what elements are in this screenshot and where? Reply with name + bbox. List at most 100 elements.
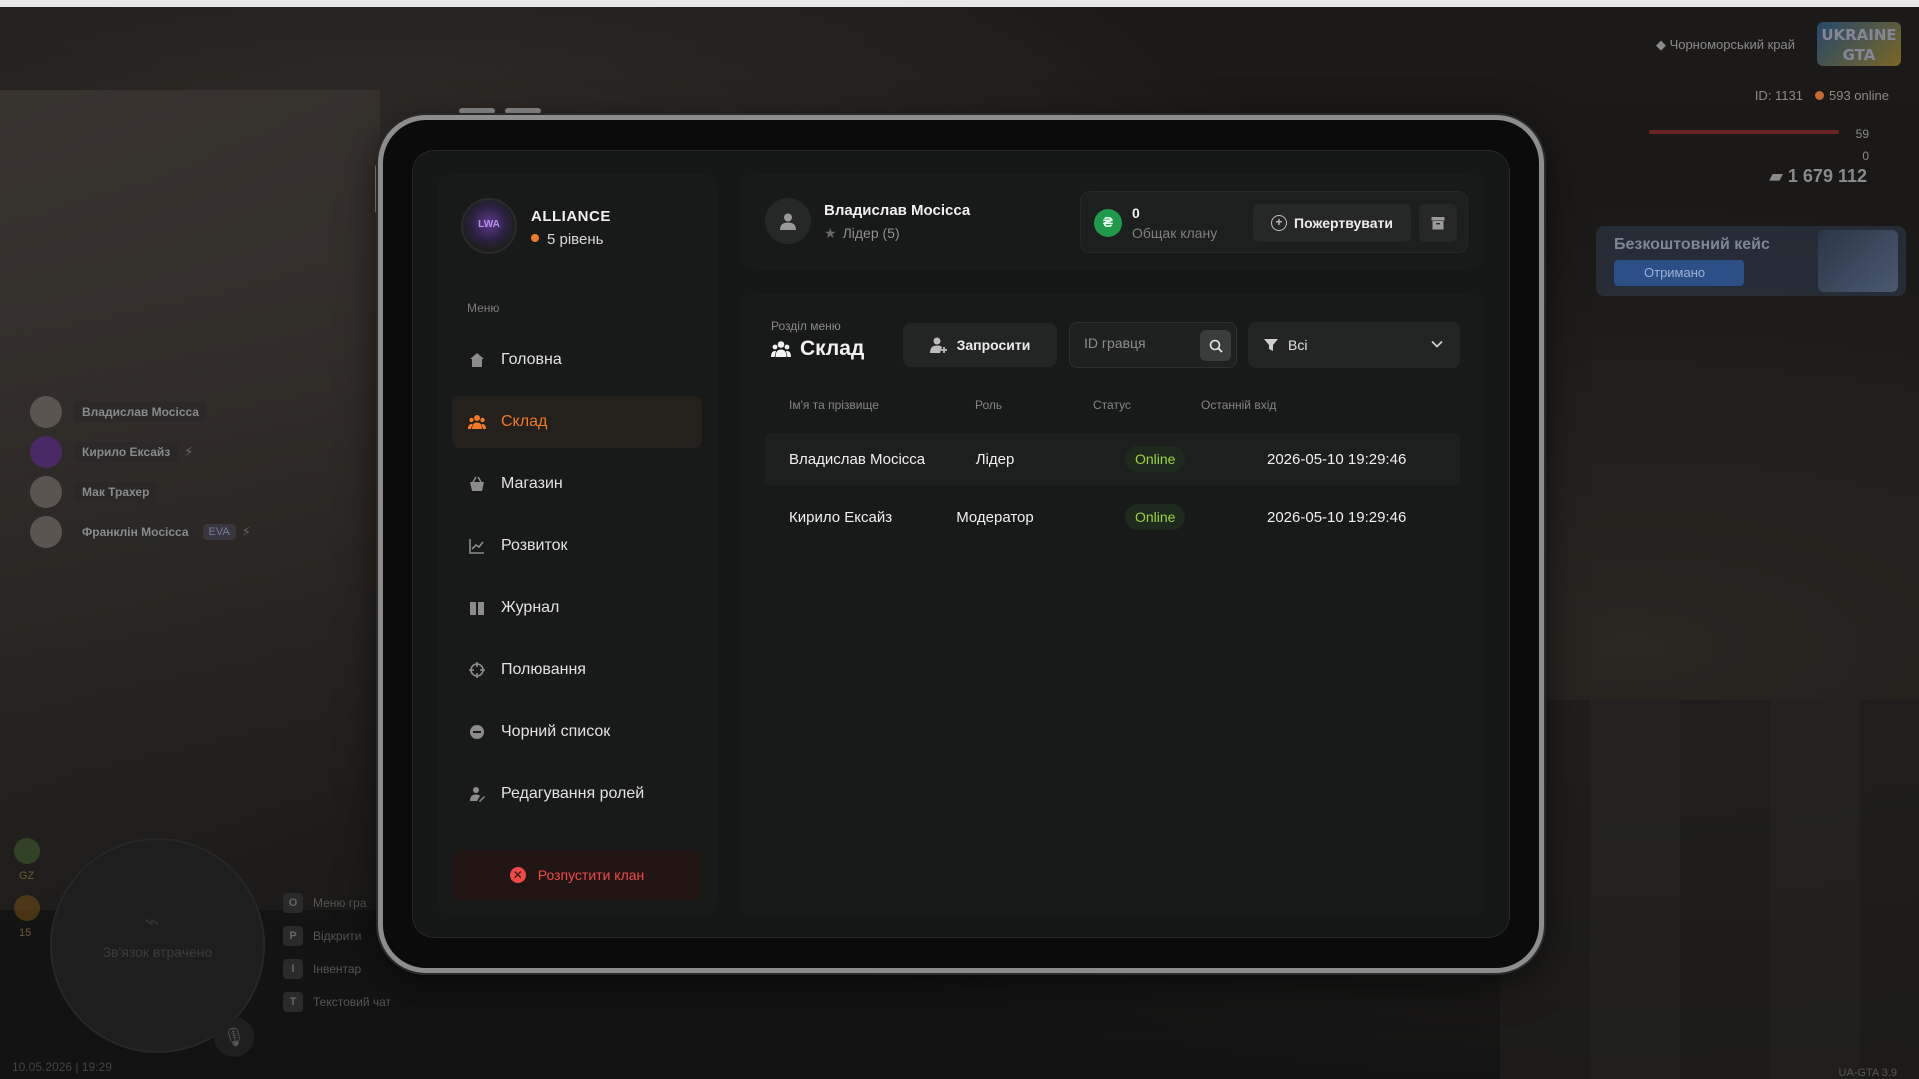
table-row[interactable]: Владислав Мосісса Лідер Online 2026-05-1… [765, 433, 1460, 485]
zone-label: GZ [19, 870, 35, 882]
member-last-login: 2026-05-10 19:29:46 [1267, 450, 1407, 468]
hud-region: ◆ Чорноморський край [1655, 37, 1795, 52]
status-badge: Online [1125, 504, 1186, 530]
block-icon [467, 722, 487, 742]
menu-item-hunting[interactable]: Полювання [452, 644, 702, 696]
free-case-card[interactable]: Безкоштовний кейс Отримано [1596, 226, 1906, 296]
muted-mic-icon: ⚡ [241, 524, 251, 539]
cash-icon: ▰ [1769, 166, 1788, 186]
search-button[interactable] [1200, 330, 1231, 361]
member-status: Online [1125, 491, 1186, 543]
player-tag: EVA [202, 524, 236, 540]
health-bar [1649, 130, 1839, 134]
section-title: Склад [771, 337, 864, 361]
hud-server-info: ID: 1131 593 online [1755, 88, 1889, 103]
menu-item-journal[interactable]: Журнал [452, 582, 702, 634]
clan-avatar: LWA [461, 198, 517, 254]
player-id-search [1069, 322, 1237, 368]
avatar [30, 476, 62, 508]
bank-history-button[interactable] [1419, 204, 1457, 242]
user-avatar [765, 198, 811, 244]
crosshair-icon [467, 660, 487, 680]
muted-mic-icon: ⚡ [184, 444, 194, 459]
armor-value: 0 [1862, 149, 1869, 163]
player-row: Кирило Ексайз ⚡ [30, 432, 251, 472]
online-dot-icon [1815, 91, 1824, 100]
clan-level: 5 рівень [531, 231, 603, 248]
user-role: ★ Лідер (5) [824, 225, 900, 241]
server-id: ID: 1131 [1754, 88, 1803, 103]
no-signal-icon: ⌁ [144, 906, 160, 936]
user-edit-icon [467, 784, 487, 804]
clan-name: ALLIANCE [531, 208, 611, 225]
avatar [30, 516, 62, 548]
menu-item-development[interactable]: Розвиток [452, 520, 702, 572]
player-row: Франклін Мосісса EVA ⚡ [30, 512, 251, 552]
zone-icon [14, 838, 40, 864]
filter-icon [1264, 338, 1278, 352]
column-header-status: Статус [1093, 398, 1131, 412]
clan-menu: Головна Склад Магазин Розвиток Журнал По… [452, 334, 702, 830]
plus-circle-icon: + [1271, 215, 1288, 231]
member-role: Модератор [956, 508, 1034, 526]
menu-item-home[interactable]: Головна [452, 334, 702, 386]
home-icon [467, 350, 487, 370]
tablet-button [459, 108, 495, 114]
menu-item-blacklist[interactable]: Чорний список [452, 706, 702, 758]
basket-icon [467, 474, 487, 494]
column-header-name: Ім'я та прізвище [789, 398, 879, 412]
profile-header: Владислав Мосісса ★ Лідер (5) ₴ 0 Общак к… [740, 174, 1484, 270]
player-row: Владислав Мосісса [30, 392, 251, 432]
donate-button[interactable]: + Пожертвувати [1253, 204, 1411, 242]
hunger-icon [14, 895, 40, 921]
archive-icon [1431, 217, 1445, 230]
status-filter-dropdown[interactable]: Всі [1248, 322, 1460, 368]
member-name: Кирило Ексайз [789, 508, 893, 526]
member-last-login: 2026-05-10 19:29:46 [1267, 508, 1407, 526]
online-count: 593 online [1829, 88, 1889, 103]
menu-item-edit-roles[interactable]: Редагування ролей [452, 768, 702, 820]
hryvnia-coin-icon: ₴ [1094, 209, 1122, 237]
microphone-icon: 🎙 [214, 1017, 254, 1057]
section-caption: Розділ меню [771, 319, 841, 333]
member-role: Лідер [975, 450, 1015, 468]
hud-datetime: 10.05.2026 | 19:29 [12, 1060, 112, 1074]
level-dot-icon [531, 234, 539, 242]
member-status: Online [1125, 433, 1186, 485]
money-value: ▰ 1 679 112 [1769, 166, 1867, 186]
bank-label: Общак клану [1132, 225, 1218, 241]
hotkey-hint: T Текстовий чат [283, 985, 391, 1018]
clan-sidebar: LWA ALLIANCE 5 рівень Меню Головна Склад… [437, 174, 717, 915]
free-case-button[interactable]: Отримано [1614, 260, 1744, 286]
chart-icon [467, 536, 487, 556]
star-icon: ★ [824, 225, 837, 241]
close-circle-icon: ✕ [509, 867, 526, 883]
location-pin-icon: ◆ [1655, 37, 1670, 52]
disband-clan-button[interactable]: ✕ Розпустити клан [452, 850, 702, 900]
hotkey-hints: O Меню гра P Відкрити I Інвентар T Текстовий… [283, 886, 391, 1018]
menu-item-shop[interactable]: Магазин [452, 458, 702, 510]
background-furniture [1500, 700, 1919, 1079]
menu-item-warehouse[interactable]: Склад [452, 396, 702, 448]
members-icon [771, 340, 791, 358]
menu-caption: Меню [467, 301, 500, 315]
column-header-role: Роль [975, 398, 1003, 412]
avatar [30, 436, 62, 468]
game-version: UA-GTA 3.9 [1838, 1067, 1897, 1079]
voice-player-list: Владислав Мосісса Кирило Ексайз ⚡ Мак Тр… [30, 392, 251, 552]
search-icon [1209, 339, 1223, 353]
case-image [1818, 230, 1898, 292]
avatar [30, 396, 62, 428]
table-row[interactable]: Кирило Ексайз Модератор Online 2026-05-1… [765, 491, 1460, 543]
hunger-value: 15 [19, 927, 32, 939]
window-top-strip [0, 0, 1919, 7]
invite-button[interactable]: Запросити [903, 323, 1057, 367]
filter-value: Всі [1288, 337, 1308, 353]
hotkey-hint: O Меню гра [283, 886, 391, 919]
server-logo: UKRAINE GTA [1817, 22, 1901, 66]
user-icon [780, 213, 796, 230]
members-table-header: Ім'я та прізвище Роль Статус Останній вх… [765, 398, 1460, 416]
user-name: Владислав Мосісса [824, 202, 971, 219]
clan-bank: ₴ 0 Общак клану + Пожертвувати [1080, 191, 1468, 253]
search-input[interactable] [1084, 335, 1194, 351]
